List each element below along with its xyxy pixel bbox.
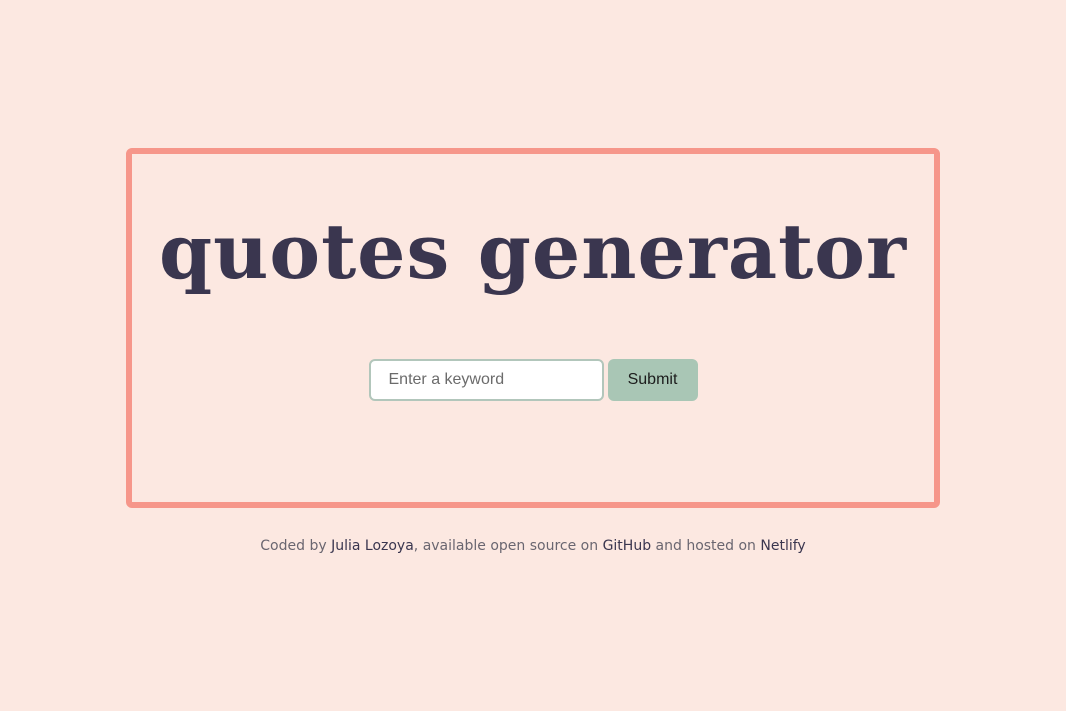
footer: Coded by Julia Lozoya, available open so… [0, 538, 1066, 554]
main-card: quotes generator Submit [126, 148, 940, 508]
keyword-input[interactable] [368, 359, 604, 401]
search-form: Submit [132, 359, 934, 401]
page-title: quotes generator [158, 207, 908, 296]
footer-prefix-text: Coded by [260, 538, 332, 554]
github-link[interactable]: GitHub [603, 538, 652, 554]
submit-button[interactable]: Submit [607, 359, 698, 401]
footer-middle-text: , available open source on [413, 538, 603, 554]
footer-connector-text: and hosted on [651, 538, 761, 554]
netlify-link[interactable]: Netlify [760, 538, 805, 554]
author-link[interactable]: Julia Lozoya [331, 538, 414, 554]
